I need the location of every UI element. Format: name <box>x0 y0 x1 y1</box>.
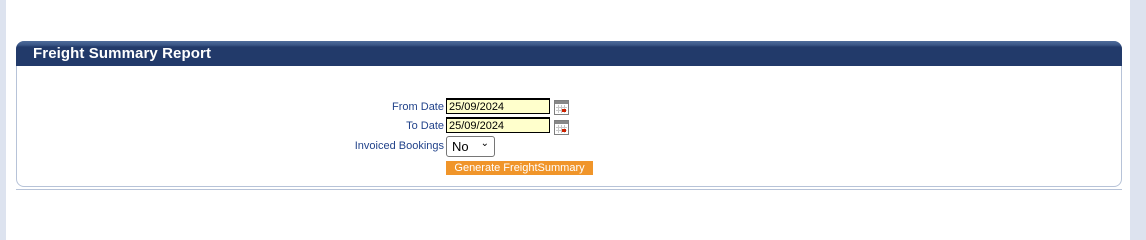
divider <box>16 189 1122 190</box>
left-rail <box>0 0 6 240</box>
panel-header: Freight Summary Report <box>16 41 1122 66</box>
page-title: Freight Summary Report <box>33 45 212 62</box>
generate-freight-summary-button[interactable]: Generate FreightSummary <box>446 161 593 175</box>
right-scroll-track <box>1130 0 1146 240</box>
invoiced-bookings-label: Invoiced Bookings <box>354 140 444 152</box>
invoiced-bookings-value: No <box>452 139 469 154</box>
calendar-icon[interactable] <box>554 120 569 135</box>
invoiced-bookings-select[interactable]: No ⌄ <box>446 136 495 157</box>
chevron-down-icon: ⌄ <box>480 138 489 149</box>
from-date-label: From Date <box>392 101 444 113</box>
calendar-icon[interactable] <box>554 100 569 115</box>
to-date-field[interactable] <box>446 117 550 133</box>
to-date-label: To Date <box>406 120 444 132</box>
from-date-field[interactable] <box>446 98 550 114</box>
